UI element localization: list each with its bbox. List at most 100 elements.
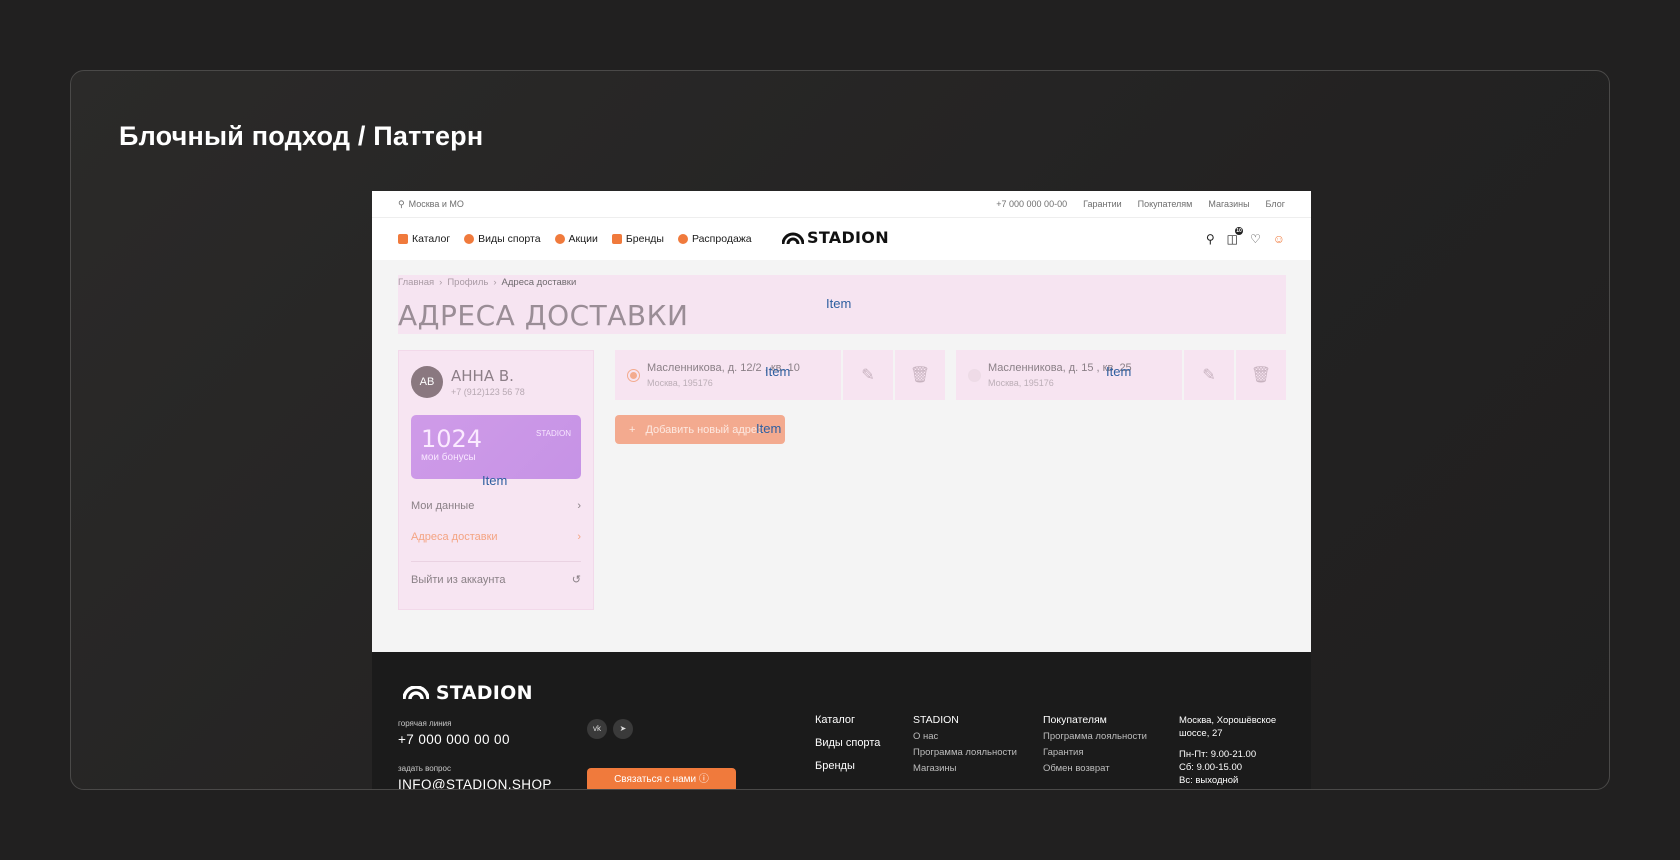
- footer-link[interactable]: Каталог: [815, 714, 880, 726]
- item-label: Item: [756, 421, 782, 436]
- top-bar: ⚲ Москва и МО +7 000 000 00-00 Гарантии …: [372, 191, 1311, 218]
- logout-icon: ↺: [571, 574, 581, 586]
- bonus-card[interactable]: 1024 мои бонусы STADION: [411, 415, 581, 479]
- location-pin-icon: ⚲: [398, 198, 405, 209]
- footer-link[interactable]: Виды спорта: [815, 737, 880, 749]
- telegram-icon[interactable]: ➤: [613, 719, 633, 739]
- address-main[interactable]: Масленникова, д. 12/2 , кв. 10 Москва, 1…: [615, 350, 841, 400]
- address-card[interactable]: Масленникова, д. 12/2 , кв. 10 Москва, 1…: [615, 350, 945, 400]
- crumb-home[interactable]: Главная: [398, 277, 434, 288]
- footer-col-title: STADION: [913, 714, 959, 726]
- chevron-right-icon: ›: [439, 277, 443, 288]
- menu-my-data[interactable]: Мои данные ›: [411, 500, 581, 512]
- profile-name: АННА В.: [451, 367, 514, 385]
- bonus-logo: STADION: [536, 429, 571, 438]
- nav-sports[interactable]: Виды спорта: [464, 233, 541, 245]
- hotline-label: горячая линия: [398, 719, 452, 728]
- page-title: АДРЕСА ДОСТАВКИ: [398, 299, 689, 332]
- hotline-phone[interactable]: +7 000 000 00 00: [398, 732, 510, 747]
- bonus-value: 1024: [421, 425, 483, 453]
- menu-addresses[interactable]: Адреса доставки ›: [411, 531, 581, 543]
- top-link-guarantees[interactable]: Гарантии: [1083, 199, 1122, 209]
- heart-icon[interactable]: ♡: [1250, 232, 1261, 246]
- footer-col-title: Покупателям: [1043, 714, 1107, 726]
- profile-card: АВ АННА В. +7 (912)123 56 78 1024 мои бо…: [398, 350, 594, 610]
- footer-col-buyers: Покупателям Программа лояльности Гаранти…: [1043, 714, 1147, 779]
- item-label: Item: [765, 364, 791, 379]
- cart-count-badge: 10: [1234, 227, 1243, 235]
- store-address: Москва, Хорошёвское шоссе, 27: [1179, 715, 1277, 739]
- edit-icon[interactable]: ✎: [843, 350, 893, 400]
- site-footer: STADION горячая линия +7 000 000 00 00 з…: [372, 652, 1311, 789]
- edit-icon[interactable]: ✎: [1184, 350, 1234, 400]
- address-radio-selected[interactable]: [627, 369, 640, 382]
- vk-icon[interactable]: vk: [587, 719, 607, 739]
- nav-sale[interactable]: Распродажа: [677, 233, 752, 245]
- top-links: +7 000 000 00-00 Гарантии Покупателям Ма…: [996, 199, 1285, 209]
- footer-col-stadion: STADION О нас Программа лояльности Магаз…: [913, 714, 1017, 779]
- contact-us-label: Связаться с нами: [614, 774, 697, 785]
- menu-addresses-label: Адреса доставки: [411, 531, 498, 543]
- address-city: Москва, 195176: [988, 378, 1054, 388]
- top-phone[interactable]: +7 000 000 00-00: [996, 199, 1067, 209]
- item-label: Item: [482, 473, 508, 488]
- website-mockup: ⚲ Москва и МО +7 000 000 00-00 Гарантии …: [372, 191, 1311, 789]
- nav-promos-label: Акции: [568, 233, 598, 245]
- menu-logout-label: Выйти из аккаунта: [411, 573, 506, 586]
- cart-icon[interactable]: ◫ 10: [1227, 227, 1243, 246]
- location-selector[interactable]: ⚲ Москва и МО: [398, 199, 464, 210]
- sports-icon: [464, 234, 475, 244]
- footer-link[interactable]: О нас: [913, 731, 1017, 742]
- footer-logo-text: STADION: [435, 682, 533, 704]
- logo-arcs-icon: [782, 232, 804, 244]
- presentation-frame: Блочный подход / Паттерн ⚲ Москва и МО +…: [70, 70, 1610, 790]
- top-link-stores[interactable]: Магазины: [1208, 199, 1249, 209]
- nav-brands[interactable]: Бренды: [611, 233, 664, 245]
- search-icon[interactable]: ⚲: [1206, 232, 1215, 246]
- sale-icon: [677, 234, 688, 244]
- chevron-right-icon: ›: [577, 500, 581, 512]
- footer-link[interactable]: Программа лояльности: [913, 747, 1017, 758]
- nav-sports-label: Виды спорта: [478, 233, 541, 245]
- hours-sunday: Вс: выходной: [1179, 775, 1239, 786]
- crumb-profile[interactable]: Профиль: [447, 277, 488, 288]
- footer-link[interactable]: Гарантия: [1043, 747, 1147, 758]
- address-main[interactable]: Масленникова, д. 15 , кв. 25 Москва, 195…: [956, 350, 1182, 400]
- trash-icon[interactable]: 🗑: [1236, 350, 1286, 400]
- plus-icon: +: [629, 423, 636, 436]
- address-radio[interactable]: [968, 369, 981, 382]
- contact-us-button[interactable]: Связаться с нами ⓘ: [587, 768, 736, 789]
- address-city: Москва, 195176: [647, 378, 713, 388]
- hours-saturday: Сб: 9.00-15.00: [1179, 762, 1243, 773]
- footer-link[interactable]: Бренды: [815, 760, 880, 772]
- menu-logout[interactable]: Выйти из аккаунта ↺: [411, 573, 581, 587]
- footer-address-block: Москва, Хорошёвское шоссе, 27 Пн-Пт: 9.0…: [1179, 714, 1294, 787]
- footer-email[interactable]: INFO@STADION.SHOP: [398, 777, 552, 789]
- chevron-right-icon: ›: [493, 277, 497, 288]
- slide-title: Блочный подход / Паттерн: [119, 121, 484, 151]
- address-card[interactable]: Масленникова, д. 15 , кв. 25 Москва, 195…: [956, 350, 1286, 400]
- promo-icon: [554, 234, 565, 244]
- nav-promos[interactable]: Акции: [554, 233, 598, 245]
- footer-link[interactable]: Обмен возврат: [1043, 763, 1147, 774]
- user-icon[interactable]: ☺: [1273, 232, 1285, 246]
- top-link-blog[interactable]: Блог: [1266, 199, 1285, 209]
- logo-arcs-icon: [402, 685, 430, 700]
- item-label: Item: [826, 296, 852, 311]
- page-header-block: Главная › Профиль › Адреса доставки АДРЕСА…: [398, 275, 1286, 334]
- item-label: Item: [1106, 364, 1132, 379]
- ask-label: задать вопрос: [398, 764, 451, 773]
- footer-logo[interactable]: STADION: [402, 682, 533, 704]
- chevron-right-icon: ›: [577, 531, 581, 543]
- avatar[interactable]: АВ: [411, 366, 443, 398]
- nav-catalog[interactable]: Каталог: [398, 233, 450, 245]
- site-logo[interactable]: STADION: [782, 228, 889, 247]
- trash-icon[interactable]: 🗑: [895, 350, 945, 400]
- footer-link[interactable]: Программа лояльности: [1043, 731, 1147, 742]
- profile-phone: +7 (912)123 56 78: [451, 387, 525, 397]
- top-link-buyers[interactable]: Покупателям: [1138, 199, 1193, 209]
- footer-link[interactable]: Магазины: [913, 763, 1017, 774]
- footer-col-catalog: Каталог Виды спорта Бренды: [815, 714, 880, 783]
- nav-catalog-label: Каталог: [412, 233, 451, 245]
- menu-divider: [411, 561, 581, 562]
